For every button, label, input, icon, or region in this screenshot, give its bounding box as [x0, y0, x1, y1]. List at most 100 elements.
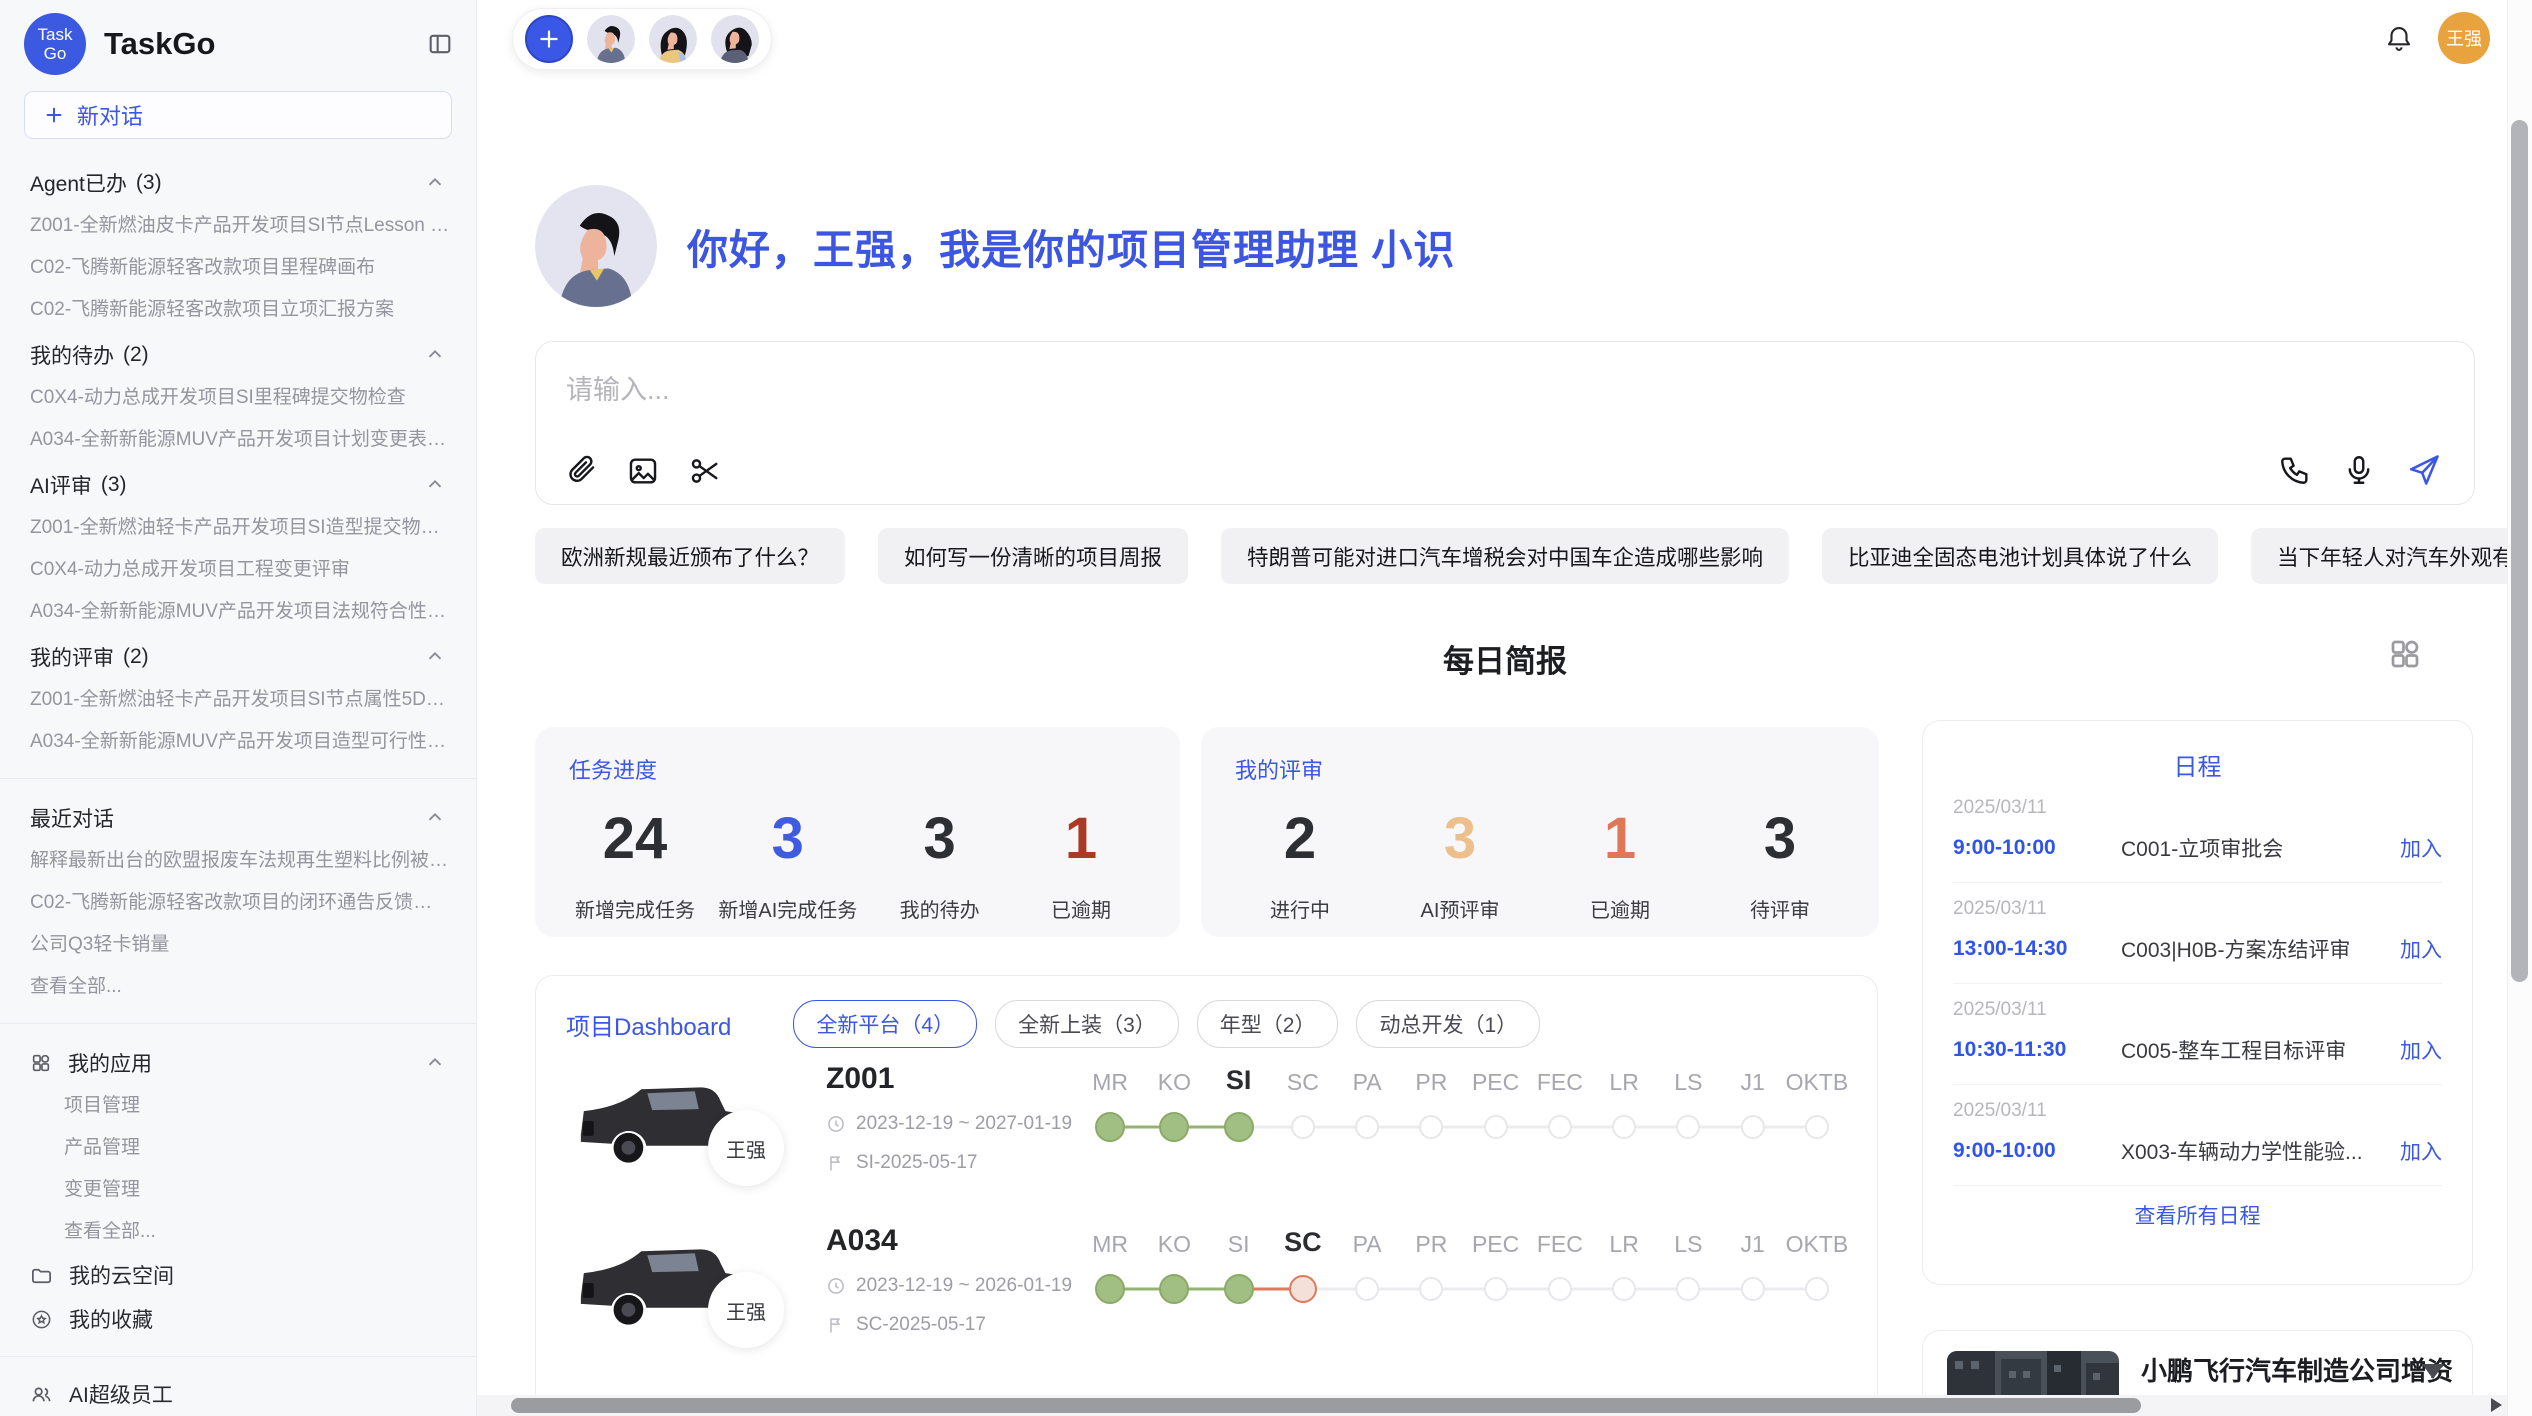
chevron-up-icon	[424, 807, 446, 829]
list-item[interactable]: 解释最新出台的欧盟报废车法规再生塑料比例被调至15%...	[0, 840, 476, 882]
chat-input[interactable]	[564, 366, 2436, 418]
section-ai-review[interactable]: AI评审 (3)	[0, 461, 476, 507]
send-icon[interactable]	[2406, 452, 2442, 488]
list-item[interactable]: C0X4-动力总成开发项目工程变更评审	[0, 549, 476, 591]
vertical-scrollbar	[2507, 0, 2532, 1416]
vertical-scrollbar-thumb[interactable]	[2511, 120, 2528, 982]
app-title: TaskGo	[104, 26, 426, 62]
list-item[interactable]: A034-全新新能源MUV产品开发项目法规符合性评审	[0, 591, 476, 633]
list-item[interactable]: C0X4-动力总成开发项目SI里程碑提交物检查	[0, 377, 476, 419]
suggestion-chip[interactable]: 特朗普可能对进口汽车增税会对中国车企造成哪些影响	[1221, 528, 1789, 584]
avatar[interactable]	[649, 15, 697, 63]
milestone-label: PA	[1335, 1231, 1399, 1258]
list-item[interactable]: Z001-全新燃油轻卡产品开发项目SI节点属性5D文件评审	[0, 679, 476, 721]
milestone-label: J1	[1721, 1231, 1785, 1258]
sidebar-item-project-mgmt[interactable]: 项目管理	[0, 1085, 476, 1127]
sidebar-item-cloud-space[interactable]: 我的云空间	[0, 1253, 476, 1297]
plus-icon	[43, 104, 65, 126]
section-my-review[interactable]: 我的评审 (2)	[0, 633, 476, 679]
join-link[interactable]: 加入	[2400, 934, 2442, 964]
milestone-dot-done	[1095, 1112, 1125, 1142]
project-row[interactable]: 王强 A034 2023-12-19 ~ 2026-01-19 SC-2025-…	[566, 1216, 1849, 1371]
list-item[interactable]: C02-飞腾新能源轻客改款项目里程碑画布	[0, 247, 476, 289]
avatar[interactable]	[587, 15, 635, 63]
tab-powertrain[interactable]: 动总开发（1）	[1356, 1000, 1540, 1048]
stat-value: 1	[1561, 805, 1679, 872]
project-name: A034	[826, 1224, 1078, 1258]
apps-grid-icon	[30, 1052, 52, 1074]
suggestion-chip[interactable]: 比亚迪全固态电池计划具体说了什么	[1822, 528, 2218, 584]
quick-access-bar	[512, 8, 772, 70]
join-link[interactable]: 加入	[2400, 1035, 2442, 1065]
suggestion-chip[interactable]: 当下年轻人对汽车外观有怎样的喜好趋势	[2251, 528, 2532, 584]
sidebar-item-change-mgmt[interactable]: 变更管理	[0, 1169, 476, 1211]
list-item[interactable]: 公司Q3轻卡销量	[0, 924, 476, 966]
view-all-apps-link[interactable]: 查看全部...	[0, 1211, 476, 1253]
section-title: AI评审	[30, 470, 92, 500]
milestone-dot	[1419, 1277, 1443, 1301]
suggestion-chip[interactable]: 欧洲新规最近颁布了什么？	[535, 528, 845, 584]
list-item[interactable]: A034-全新新能源MUV产品开发项目造型可行性评审	[0, 721, 476, 763]
new-chat-button[interactable]: 新对话	[24, 91, 452, 139]
milestone-dot	[1419, 1115, 1443, 1139]
view-all-chats-link[interactable]: 查看全部...	[0, 966, 476, 1008]
milestone-label: LS	[1656, 1069, 1720, 1096]
new-chat-label: 新对话	[77, 99, 143, 131]
milestone-label: FEC	[1528, 1231, 1592, 1258]
list-item[interactable]: Z001-全新燃油轻卡产品开发项目SI造型提交物评审	[0, 507, 476, 549]
schedule-item: 2025/03/11 9:00-10:00 C001-立项审批会 加入	[1953, 782, 2442, 883]
add-agent-button[interactable]	[525, 15, 573, 63]
layout-grid-icon[interactable]	[2387, 636, 2423, 672]
avatar[interactable]	[711, 15, 759, 63]
users-icon	[30, 1383, 53, 1406]
tab-model-year[interactable]: 年型（2）	[1197, 1000, 1339, 1048]
notification-bell-icon[interactable]	[2384, 23, 2414, 53]
list-item[interactable]: C02-飞腾新能源轻客改款项目的闭环通告反馈情况	[0, 882, 476, 924]
sidebar-item-product-mgmt[interactable]: 产品管理	[0, 1127, 476, 1169]
section-recent-chats[interactable]: 最近对话	[0, 794, 476, 840]
phone-call-icon[interactable]	[2278, 453, 2312, 487]
list-item[interactable]: Z001-全新燃油皮卡产品开发项目SI节点Lesson Learn报告	[0, 205, 476, 247]
user-avatar[interactable]: 王强	[2438, 12, 2490, 64]
sidebar-collapse-icon[interactable]	[426, 30, 454, 58]
section-agent-done[interactable]: Agent已办 (3)	[0, 159, 476, 205]
list-item[interactable]: C02-飞腾新能源轻客改款项目立项汇报方案	[0, 289, 476, 331]
stat-label: 进行中	[1241, 894, 1359, 923]
composer-attachments	[564, 454, 722, 488]
plus-icon	[536, 26, 562, 52]
microphone-icon[interactable]	[2342, 453, 2376, 487]
scroll-down-indicator[interactable]	[2422, 1364, 2444, 1379]
milestone-dot	[1612, 1277, 1636, 1301]
list-item[interactable]: A034-全新新能源MUV产品开发项目计划变更表编写	[0, 419, 476, 461]
image-icon[interactable]	[626, 454, 660, 488]
milestone-dot-overdue	[1289, 1275, 1317, 1303]
join-link[interactable]: 加入	[2400, 1136, 2442, 1166]
project-row[interactable]: 王强 Z001 2023-12-19 ~ 2027-01-19 SI-2025-…	[566, 1054, 1849, 1209]
schedule-date: 2025/03/11	[1953, 1100, 2442, 1122]
sidebar-item-favorites[interactable]: 我的收藏	[0, 1297, 476, 1341]
join-link[interactable]: 加入	[2400, 833, 2442, 863]
view-all-schedule-link[interactable]: 查看所有日程	[1953, 1186, 2442, 1244]
section-title: Agent已办	[30, 168, 127, 198]
section-my-apps[interactable]: 我的应用	[0, 1039, 476, 1085]
stat-value: 3	[1721, 805, 1839, 872]
suggestion-chip[interactable]: 如何写一份清晰的项目周报	[878, 528, 1188, 584]
milestone-label: LR	[1592, 1231, 1656, 1258]
dashboard-header: 项目Dashboard 全新平台（4） 全新上装（3） 年型（2） 动总开发（1…	[536, 976, 1877, 1048]
milestone-dots	[1078, 1104, 1849, 1150]
attachment-paperclip-icon[interactable]	[564, 454, 598, 488]
scroll-right-arrow[interactable]	[2491, 1398, 2502, 1412]
tab-new-body[interactable]: 全新上装（3）	[995, 1000, 1179, 1048]
tab-new-platform[interactable]: 全新平台（4）	[793, 1000, 977, 1048]
milestone-dots	[1078, 1266, 1849, 1312]
section-my-todo[interactable]: 我的待办 (2)	[0, 331, 476, 377]
milestone-dot	[1741, 1115, 1765, 1139]
milestone-dot-done	[1159, 1274, 1189, 1304]
horizontal-scrollbar-thumb[interactable]	[511, 1398, 2141, 1413]
stat-value: 1	[1022, 805, 1140, 872]
sidebar-item-ai-employee[interactable]: AI超级员工	[0, 1372, 476, 1416]
milestone-dot-done	[1224, 1274, 1254, 1304]
stat-value: 3	[1401, 805, 1519, 872]
project-dates-text: 2023-12-19 ~ 2026-01-19	[856, 1275, 1072, 1297]
scissors-icon[interactable]	[688, 454, 722, 488]
